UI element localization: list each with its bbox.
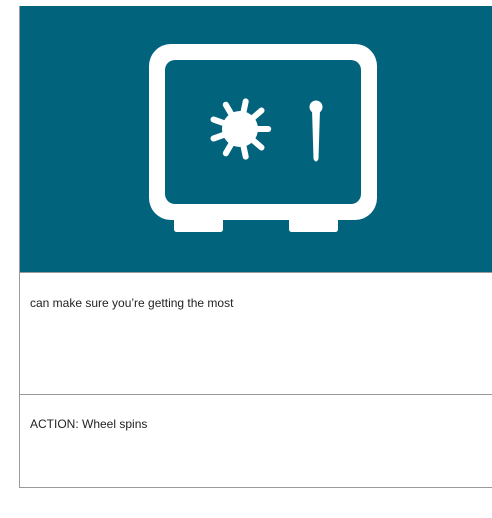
storyboard-frame: can make sure you’re getting the most AC…	[19, 6, 492, 488]
panel-divider	[20, 272, 492, 273]
action-text: ACTION: Wheel spins	[30, 417, 148, 431]
illustration-panel	[20, 6, 492, 272]
dial-knob	[222, 111, 258, 147]
panel-divider	[20, 394, 492, 395]
safe-vault-icon	[149, 44, 377, 232]
safe-foot-left	[174, 218, 223, 232]
safe-foot-right	[289, 218, 338, 232]
script-text: can make sure you’re getting the most	[30, 296, 234, 310]
